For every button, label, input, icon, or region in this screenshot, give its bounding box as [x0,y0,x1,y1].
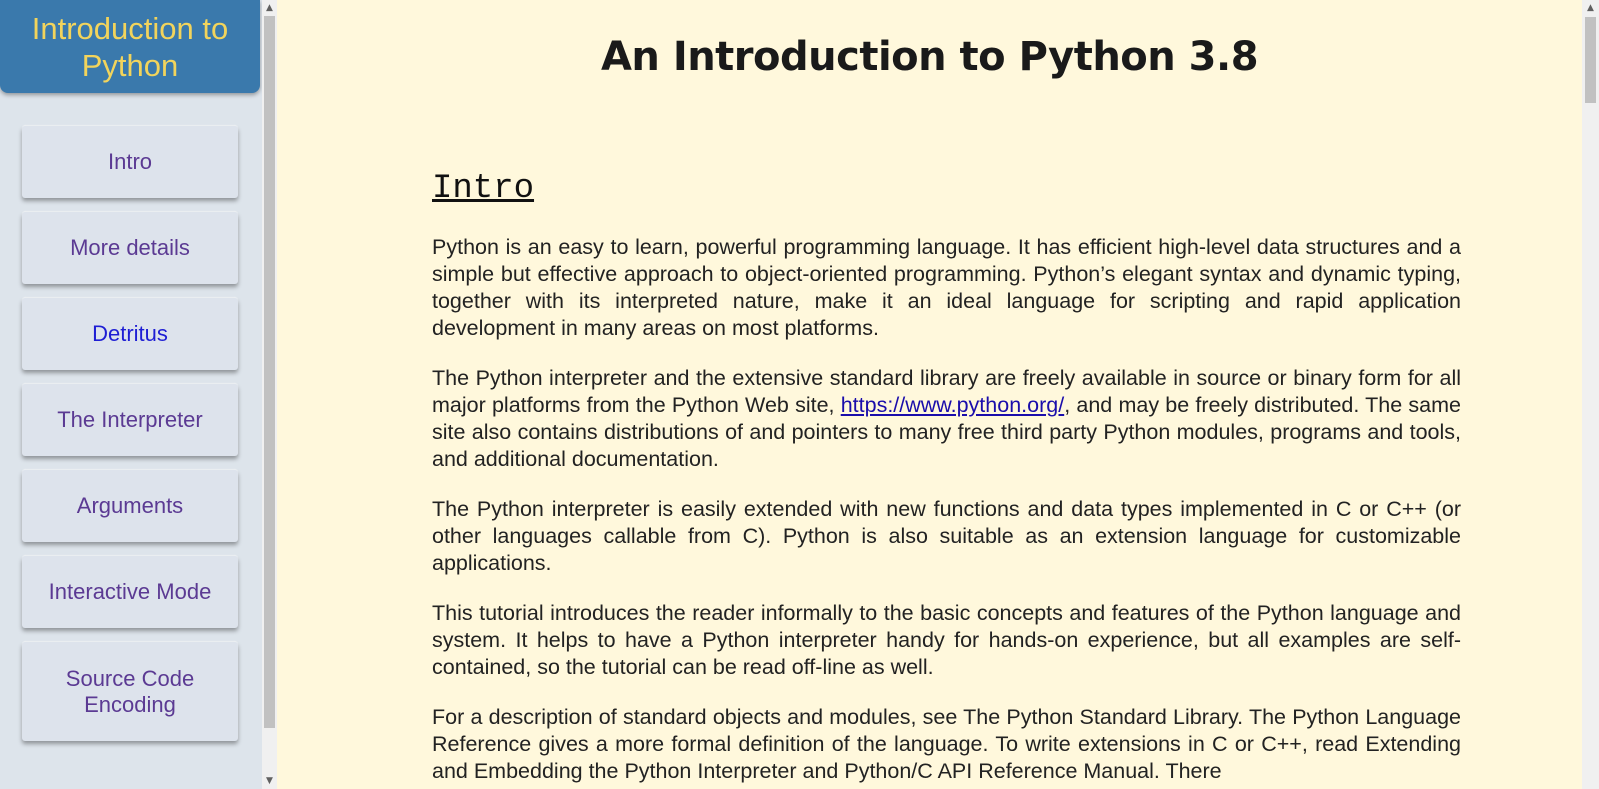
sidebar-item-more-details[interactable]: More details [22,212,238,284]
intro-section: Intro Python is an easy to learn, powerf… [432,170,1461,789]
sidebar-scrollbar[interactable]: ▲ ▼ [262,0,277,789]
paragraph: The Python interpreter is easily extende… [432,497,1461,575]
sidebar-nav: Intro More details Detritus The Interpre… [22,126,238,755]
sidebar-item-detritus[interactable]: Detritus [22,298,238,370]
scroll-up-arrow-icon[interactable]: ▲ [262,0,277,16]
python-org-link[interactable]: https://www.python.org/ [841,393,1064,417]
main-scrollbar[interactable]: ▲ [1582,0,1599,789]
scroll-up-arrow-icon[interactable]: ▲ [1583,0,1598,16]
paragraph: Python is an easy to learn, powerful pro… [432,235,1461,340]
main-content: An Introduction to Python 3.8 Intro Pyth… [277,0,1582,789]
scroll-down-arrow-icon[interactable]: ▼ [262,773,277,789]
page-title: An Introduction to Python 3.8 [600,34,1259,80]
main-scrollbar-thumb[interactable] [1585,17,1596,103]
sidebar-item-source-code-encoding[interactable]: Source Code Encoding [22,642,238,741]
paragraph: This tutorial introduces the reader info… [432,601,1461,679]
paragraph: For a description of standard objects an… [432,705,1461,783]
sidebar-item-intro[interactable]: Intro [22,126,238,198]
sidebar: Introduction to Python Intro More detail… [0,0,262,789]
paragraph: The Python interpreter and the extensive… [432,365,1461,473]
sidebar-item-arguments[interactable]: Arguments [22,470,238,542]
sidebar-item-interactive-mode[interactable]: Interactive Mode [22,556,238,628]
section-heading: Intro [432,170,535,208]
sidebar-item-the-interpreter[interactable]: The Interpreter [22,384,238,456]
sidebar-scrollbar-thumb[interactable] [264,16,275,728]
sidebar-title[interactable]: Introduction to Python [0,0,260,93]
